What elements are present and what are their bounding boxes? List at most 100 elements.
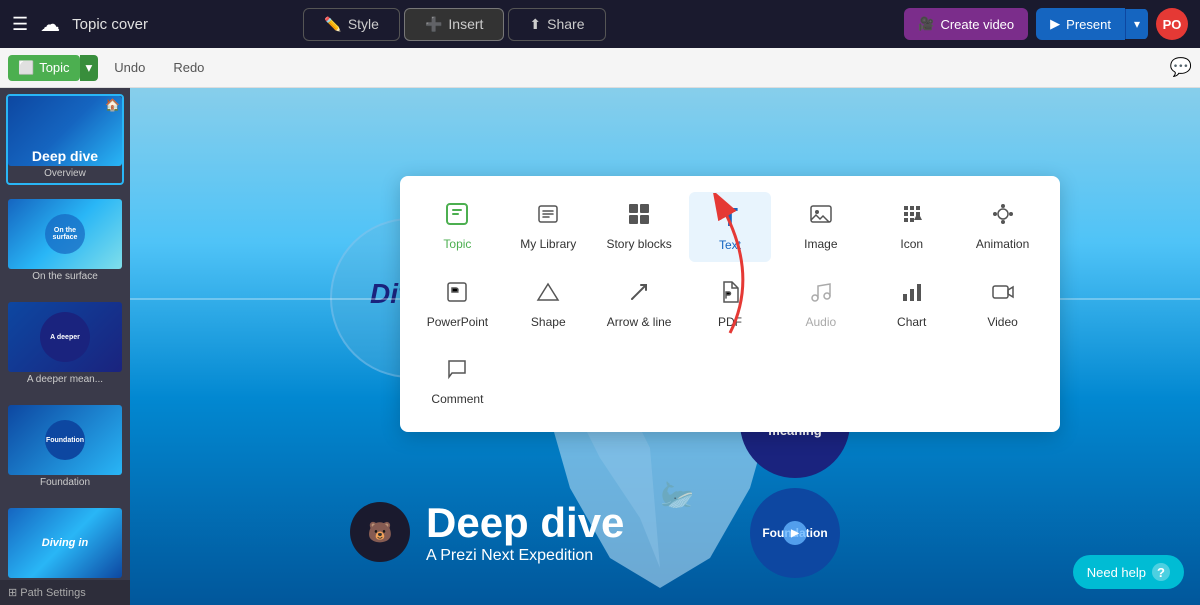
comment-icon[interactable]: 💬 bbox=[1170, 57, 1192, 78]
powerpoint-icon bbox=[445, 280, 469, 310]
topic-dropdown-button[interactable]: ▾ bbox=[80, 55, 99, 81]
insert-comment-label: Comment bbox=[431, 392, 483, 406]
insert-pdf-label: PDF bbox=[718, 315, 742, 329]
insert-tab[interactable]: ➕ Insert bbox=[404, 8, 504, 41]
video-camera-icon: 🎥 bbox=[918, 16, 934, 32]
insert-audio-label: Audio bbox=[806, 315, 837, 329]
foundation-play-button[interactable]: ▶ bbox=[783, 521, 807, 545]
insert-story-blocks-button[interactable]: Story blocks bbox=[598, 192, 681, 262]
insert-arrow-button[interactable]: Arrow & line bbox=[598, 270, 681, 339]
pdf-icon bbox=[718, 280, 742, 310]
topic-menu-icon bbox=[445, 202, 469, 232]
insert-icon-label: Icon bbox=[900, 237, 923, 251]
redo-button[interactable]: Redo bbox=[161, 55, 216, 80]
top-bar: ☰ ☁ Topic cover ✏️ Style ➕ Insert ⬆ Shar… bbox=[0, 0, 1200, 48]
bear-icon: 🐻 bbox=[368, 520, 393, 545]
insert-animation-label: Animation bbox=[976, 237, 1029, 251]
main-layout: 🏠 Deep dive Overview 1 On thesurface On … bbox=[0, 88, 1200, 605]
slide-label-2: A deeper mean... bbox=[8, 372, 122, 389]
secondary-bar: ⬜ Topic ▾ Undo Redo 💬 bbox=[0, 48, 1200, 88]
insert-story-blocks-label: Story blocks bbox=[606, 237, 671, 251]
slide-preview-4: Diving in bbox=[8, 508, 122, 578]
plus-icon: ➕ bbox=[425, 16, 442, 33]
insert-image-button[interactable]: Image bbox=[779, 192, 862, 262]
present-button[interactable]: ▶ Present bbox=[1036, 8, 1125, 40]
insert-chart-label: Chart bbox=[897, 315, 926, 329]
insert-shape-label: Shape bbox=[531, 315, 566, 329]
slide-preview-2: A deeper bbox=[8, 302, 122, 372]
brand-subtitle: A Prezi Next Expedition bbox=[426, 547, 624, 565]
pencil-icon: ✏️ bbox=[324, 16, 341, 33]
topic-icon: ⬜ bbox=[18, 60, 34, 76]
slide-preview-1: On thesurface bbox=[8, 199, 122, 269]
arrow-icon bbox=[627, 280, 651, 310]
top-right-actions: 🎥 Create video ▶ Present ▾ PO bbox=[904, 8, 1188, 40]
insert-shape-button[interactable]: Shape bbox=[507, 270, 590, 339]
insert-text-button[interactable]: T Text bbox=[689, 192, 772, 262]
insert-pdf-button[interactable]: PDF bbox=[689, 270, 772, 339]
help-icon: ? bbox=[1152, 563, 1170, 581]
canvas-area[interactable]: Topic My Library Story blocks T Text bbox=[130, 88, 1200, 605]
slide-thumb-2[interactable]: A deeper A deeper mean... bbox=[6, 300, 124, 391]
image-icon bbox=[809, 202, 833, 232]
slide-label-3: Foundation bbox=[8, 475, 122, 492]
home-icon: 🏠 bbox=[105, 98, 120, 112]
video-icon bbox=[991, 280, 1015, 310]
topic-button[interactable]: ⬜ Topic bbox=[8, 55, 80, 81]
comment-menu-icon bbox=[445, 357, 469, 387]
node-foundation[interactable]: Foundation ▶ bbox=[750, 488, 840, 578]
story-blocks-icon bbox=[627, 202, 651, 232]
present-btn-group: ▶ Present ▾ bbox=[1036, 8, 1148, 40]
insert-video-button[interactable]: Video bbox=[961, 270, 1044, 339]
slide-label-1: On the surface bbox=[8, 269, 122, 286]
share-icon: ⬆ bbox=[529, 16, 541, 33]
insert-video-label: Video bbox=[987, 315, 1017, 329]
insert-my-library-button[interactable]: My Library bbox=[507, 192, 590, 262]
insert-powerpoint-button[interactable]: PowerPoint bbox=[416, 270, 499, 339]
undo-button[interactable]: Undo bbox=[102, 55, 157, 80]
text-icon: T bbox=[722, 202, 738, 233]
slide-thumb-overview[interactable]: 🏠 Deep dive Overview bbox=[6, 94, 124, 185]
slide-thumb-1[interactable]: On thesurface On the surface bbox=[6, 197, 124, 288]
insert-topic-label: Topic bbox=[443, 237, 471, 251]
insert-animation-button[interactable]: Animation bbox=[961, 192, 1044, 262]
style-tab[interactable]: ✏️ Style bbox=[303, 8, 400, 41]
insert-text-label: Text bbox=[719, 238, 741, 252]
slide-preview-3: Foundation bbox=[8, 405, 122, 475]
app-title: Topic cover bbox=[72, 16, 148, 33]
icon-menu-icon bbox=[900, 202, 924, 232]
insert-audio-button[interactable]: Audio bbox=[779, 270, 862, 339]
slide-preview-overview: 🏠 Deep dive bbox=[8, 96, 122, 166]
topic-button-group: ⬜ Topic ▾ bbox=[8, 55, 98, 81]
library-icon bbox=[536, 202, 560, 232]
hamburger-icon[interactable]: ☰ bbox=[12, 14, 28, 35]
create-video-button[interactable]: 🎥 Create video bbox=[904, 8, 1028, 40]
insert-icon-button[interactable]: Icon bbox=[870, 192, 953, 262]
bear-logo: 🐻 bbox=[350, 502, 410, 562]
insert-topic-button[interactable]: Topic bbox=[416, 192, 499, 262]
play-icon: ▶ bbox=[1050, 16, 1060, 32]
brand-text: Deep dive A Prezi Next Expedition bbox=[426, 499, 624, 565]
slide-panel: 🏠 Deep dive Overview 1 On thesurface On … bbox=[0, 88, 130, 605]
cloud-icon: ☁ bbox=[40, 12, 60, 37]
shape-icon bbox=[536, 280, 560, 310]
top-center-tabs: ✏️ Style ➕ Insert ⬆ Share bbox=[303, 8, 605, 41]
brand-section: 🐻 Deep dive A Prezi Next Expedition bbox=[350, 499, 624, 565]
insert-library-label: My Library bbox=[520, 237, 576, 251]
slide-label-overview: Overview bbox=[8, 166, 122, 183]
insert-comment-button[interactable]: Comment bbox=[416, 347, 499, 416]
brand-title: Deep dive bbox=[426, 499, 624, 547]
whale-decoration: 🐋 bbox=[660, 478, 695, 511]
insert-dropdown-menu: Topic My Library Story blocks T Text bbox=[400, 176, 1060, 432]
audio-icon bbox=[809, 280, 833, 310]
share-tab[interactable]: ⬆ Share bbox=[508, 8, 605, 41]
insert-chart-button[interactable]: Chart bbox=[870, 270, 953, 339]
avatar[interactable]: PO bbox=[1156, 8, 1188, 40]
insert-powerpoint-label: PowerPoint bbox=[427, 315, 488, 329]
insert-arrow-label: Arrow & line bbox=[607, 315, 672, 329]
need-help-button[interactable]: Need help ? bbox=[1073, 555, 1184, 589]
animation-icon bbox=[991, 202, 1015, 232]
slide-thumb-3[interactable]: Foundation Foundation bbox=[6, 403, 124, 494]
present-dropdown-button[interactable]: ▾ bbox=[1125, 9, 1148, 39]
insert-image-label: Image bbox=[804, 237, 837, 251]
